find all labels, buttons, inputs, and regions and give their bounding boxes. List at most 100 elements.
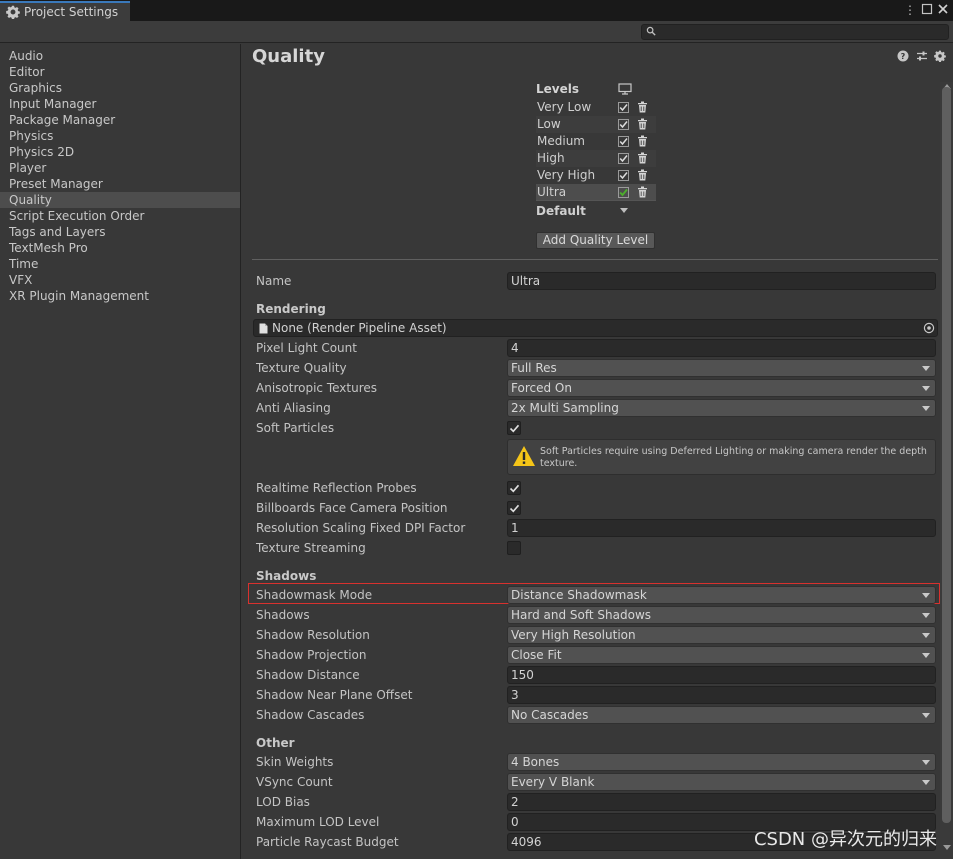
shadow-cascades-dropdown[interactable]: No Cascades (507, 706, 936, 724)
anisotropic-textures-dropdown[interactable]: Forced On (507, 379, 936, 397)
billboards-face-camera-checkbox[interactable] (507, 501, 521, 515)
shadows-value: Hard and Soft Shadows (511, 608, 652, 622)
scrollbar-thumb[interactable] (942, 87, 951, 823)
chevron-down-icon (922, 760, 930, 765)
shadow-cascades-label: Shadow Cascades (256, 708, 365, 722)
anti-aliasing-value: 2x Multi Sampling (511, 401, 619, 415)
level-row-low[interactable]: Low (536, 116, 656, 133)
sidebar-item-physics[interactable]: Physics (0, 128, 240, 144)
skin-weights-dropdown[interactable]: 4 Bones (507, 753, 936, 771)
level-row-ultra[interactable]: Ultra (536, 184, 656, 201)
level-name: Very High (537, 168, 596, 182)
watermark-text: CSDN @异次元的归来 (753, 829, 937, 850)
checkbox-checked-icon[interactable] (618, 170, 629, 181)
vsync-count-dropdown[interactable]: Every V Blank (507, 773, 936, 791)
checkbox-checked-icon[interactable] (618, 102, 629, 113)
shadowmask-mode-label: Shadowmask Mode (256, 588, 373, 602)
search-icon (646, 26, 656, 36)
checkmark-icon (509, 504, 520, 513)
sidebar-item-player[interactable]: Player (0, 160, 240, 176)
level-row-very-low[interactable]: Very Low (536, 99, 656, 116)
presets-icon[interactable] (916, 50, 928, 62)
help-icon[interactable]: ? (897, 50, 909, 62)
sidebar-item-package-manager[interactable]: Package Manager (0, 112, 240, 128)
chevron-down-icon (922, 386, 930, 391)
texture-quality-dropdown[interactable]: Full Res (507, 359, 936, 377)
shadow-near-plane-offset-field[interactable]: 3 (507, 686, 936, 704)
checkbox-checked-icon[interactable] (618, 153, 629, 164)
checkbox-checked-green-icon[interactable] (618, 187, 629, 198)
kebab-menu-icon[interactable]: ⋮ (903, 3, 917, 17)
lod-bias-field[interactable]: 2 (507, 793, 936, 811)
sidebar-item-textmesh-pro[interactable]: TextMesh Pro (0, 240, 240, 256)
checkbox-checked-icon[interactable] (618, 136, 629, 147)
trash-icon[interactable] (637, 118, 648, 130)
sidebar-item-input-manager[interactable]: Input Manager (0, 96, 240, 112)
anisotropic-textures-value: Forced On (511, 381, 572, 395)
pixel-light-count-field[interactable]: 4 (507, 339, 936, 357)
texture-quality-value: Full Res (511, 361, 557, 375)
sidebar-item-vfx[interactable]: VFX (0, 272, 240, 288)
sidebar-item-preset-manager[interactable]: Preset Manager (0, 176, 240, 192)
search-input[interactable] (641, 24, 949, 40)
level-row-high[interactable]: High (536, 150, 656, 167)
shadow-projection-value: Close Fit (511, 648, 562, 662)
anti-aliasing-dropdown[interactable]: 2x Multi Sampling (507, 399, 936, 417)
sidebar-item-quality[interactable]: Quality (0, 192, 240, 208)
soft-particles-warning: Soft Particles require using Deferred Li… (507, 439, 936, 475)
svg-text:?: ? (901, 52, 906, 61)
trash-icon[interactable] (637, 152, 648, 164)
warning-text: Soft Particles require using Deferred Li… (540, 446, 927, 469)
level-row-very-high[interactable]: Very High (536, 167, 656, 184)
shadows-dropdown[interactable]: Hard and Soft Shadows (507, 606, 936, 624)
shadow-resolution-dropdown[interactable]: Very High Resolution (507, 626, 936, 644)
tab-project-settings[interactable]: Project Settings (0, 1, 130, 21)
shadow-projection-dropdown[interactable]: Close Fit (507, 646, 936, 664)
skin-weights-label: Skin Weights (256, 755, 334, 769)
default-dropdown-arrow-icon[interactable] (620, 208, 628, 213)
render-pipeline-asset-field[interactable]: None (Render Pipeline Asset) (253, 319, 938, 337)
anti-aliasing-label: Anti Aliasing (256, 401, 331, 415)
sidebar-item-physics-2d[interactable]: Physics 2D (0, 144, 240, 160)
name-field[interactable]: Ultra (507, 272, 936, 290)
vertical-scrollbar[interactable] (940, 82, 953, 859)
resolution-scaling-dpi-field[interactable]: 1 (507, 519, 936, 537)
sidebar-item-xr-plugin-management[interactable]: XR Plugin Management (0, 288, 240, 304)
sidebar-item-audio[interactable]: Audio (0, 48, 240, 64)
level-name: Low (537, 117, 561, 131)
chevron-down-icon (922, 653, 930, 658)
soft-particles-checkbox[interactable] (507, 421, 521, 435)
level-row-medium[interactable]: Medium (536, 133, 656, 150)
pixel-light-count-label: Pixel Light Count (256, 341, 357, 355)
levels-separator (536, 200, 656, 201)
render-pipeline-asset-value: None (Render Pipeline Asset) (272, 321, 447, 335)
shadow-resolution-label: Shadow Resolution (256, 628, 370, 642)
settings-icon[interactable] (934, 50, 946, 62)
sidebar-item-script-execution-order[interactable]: Script Execution Order (0, 208, 240, 224)
chevron-down-icon (922, 713, 930, 718)
trash-icon[interactable] (637, 135, 648, 147)
realtime-reflection-probes-checkbox[interactable] (507, 481, 521, 495)
trash-icon[interactable] (637, 101, 648, 113)
chevron-down-icon (922, 406, 930, 411)
chevron-down-icon (922, 593, 930, 598)
close-icon[interactable] (936, 3, 950, 17)
object-picker-icon[interactable] (923, 322, 935, 334)
sidebar-item-editor[interactable]: Editor (0, 64, 240, 80)
sidebar-item-time[interactable]: Time (0, 256, 240, 272)
trash-icon[interactable] (637, 186, 648, 198)
chevron-down-icon (922, 633, 930, 638)
add-quality-level-button[interactable]: Add Quality Level (536, 232, 655, 249)
level-name: Very Low (537, 100, 592, 114)
shadowmask-mode-dropdown[interactable]: Distance Shadowmask (507, 586, 936, 604)
scroll-down-arrow-icon[interactable] (943, 845, 951, 850)
maximize-icon[interactable] (920, 3, 934, 17)
shadow-distance-field[interactable]: 150 (507, 666, 936, 684)
sidebar-item-graphics[interactable]: Graphics (0, 80, 240, 96)
sidebar-item-tags-and-layers[interactable]: Tags and Layers (0, 224, 240, 240)
texture-streaming-checkbox[interactable] (507, 541, 521, 555)
checkbox-checked-icon[interactable] (618, 119, 629, 130)
texture-streaming-label: Texture Streaming (256, 541, 366, 555)
trash-icon[interactable] (637, 169, 648, 181)
shadow-resolution-value: Very High Resolution (511, 628, 636, 642)
